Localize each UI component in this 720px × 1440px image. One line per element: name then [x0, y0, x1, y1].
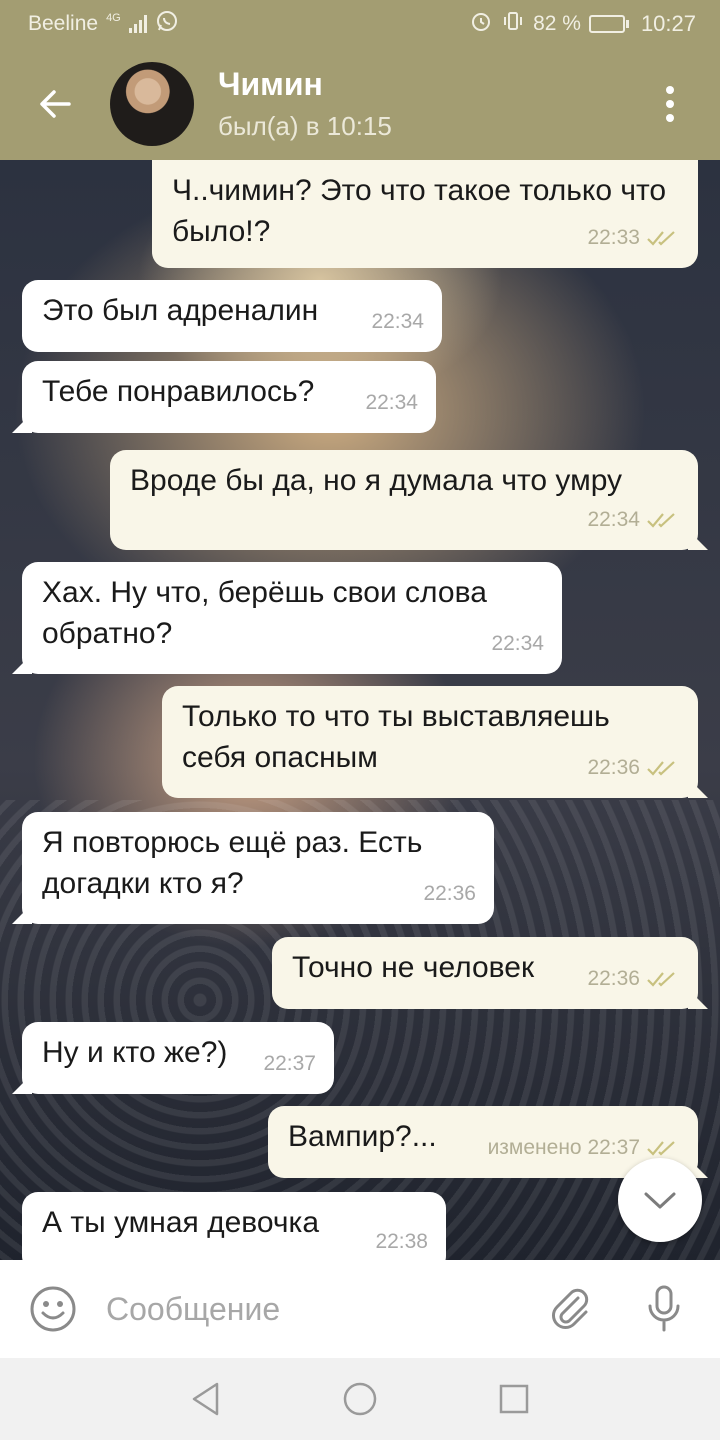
- contact-info[interactable]: Чимин был(а) в 10:15: [218, 66, 640, 142]
- network-type: 4G: [106, 12, 121, 24]
- message-bubble[interactable]: А ты умная девочка 22:38: [22, 1192, 446, 1260]
- signal-icon: [128, 15, 147, 33]
- message-time: 22:34: [587, 499, 680, 540]
- message-bubble[interactable]: Вроде бы да, но я думала что умру 22:34: [110, 450, 698, 550]
- nav-back-button[interactable]: [184, 1377, 228, 1421]
- message-bubble[interactable]: Только то что ты выставляешь себя опасны…: [162, 686, 698, 798]
- vibrate-icon: [501, 9, 525, 39]
- message-time: 22:34: [371, 310, 424, 333]
- message-text: Вампир?...: [288, 1120, 437, 1153]
- battery-percent: 82 %: [533, 12, 581, 35]
- message-time: 22:38: [375, 1230, 428, 1253]
- back-button[interactable]: [0, 48, 110, 160]
- last-seen: был(а) в 10:15: [218, 111, 392, 141]
- double-check-icon: [647, 512, 675, 528]
- avatar[interactable]: [110, 62, 194, 146]
- double-check-icon: [647, 230, 675, 246]
- message-input[interactable]: Сообщение: [106, 1291, 526, 1328]
- nav-recents-button[interactable]: [492, 1377, 536, 1421]
- message-time: 22:34: [491, 632, 544, 655]
- message-text: Хах. Ну что, берёшь свои слова обратно?: [42, 576, 487, 650]
- double-check-icon: [647, 760, 675, 776]
- back-arrow-icon: [40, 90, 71, 118]
- system-nav-bar: [0, 1358, 720, 1440]
- message-bubble[interactable]: Это был адреналин 22:34: [22, 280, 442, 352]
- attach-button[interactable]: [526, 1260, 616, 1358]
- alarm-icon: [469, 9, 493, 39]
- battery-icon: [588, 15, 629, 33]
- double-check-icon: [647, 971, 675, 987]
- nav-recents-icon: [499, 1384, 529, 1414]
- message-bubble[interactable]: Ну и кто же?) 22:37: [22, 1022, 334, 1094]
- message-bubble[interactable]: Я повторюсь ещё раз. Есть догадки кто я?…: [22, 812, 494, 924]
- message-time: 22:37: [263, 1052, 316, 1075]
- message-time: 22:36: [587, 958, 680, 999]
- message-text: Это был адреналин: [42, 294, 319, 327]
- scroll-down-button[interactable]: [618, 1158, 702, 1242]
- whatsapp-icon: [155, 9, 179, 39]
- chat-area[interactable]: Ч..чимин? Это что такое только что было!…: [0, 160, 720, 1260]
- message-bubble[interactable]: Тебе понравилось? 22:34: [22, 361, 436, 433]
- message-bubble[interactable]: Точно не человек 22:36: [272, 937, 698, 1009]
- carrier-label: Beeline: [28, 12, 99, 35]
- message-bubble[interactable]: Ч..чимин? Это что такое только что было!…: [152, 160, 698, 268]
- mic-icon: [648, 1285, 680, 1332]
- chat-header: Чимин был(а) в 10:15: [0, 48, 720, 160]
- nav-home-icon: [343, 1382, 377, 1416]
- message-text: Тебе понравилось?: [42, 375, 315, 408]
- nav-home-button[interactable]: [338, 1377, 382, 1421]
- message-text: Только то что ты выставляешь себя опасны…: [182, 700, 610, 774]
- nav-back-icon: [192, 1382, 219, 1416]
- message-time: 22:36: [587, 747, 680, 788]
- message-text: Я повторюсь ещё раз. Есть догадки кто я?: [42, 826, 423, 900]
- message-text: Вроде бы да, но я думала что умру: [130, 464, 623, 497]
- status-time: 10:27: [640, 11, 696, 36]
- message-input-bar: Сообщение: [0, 1260, 720, 1358]
- contact-name: Чимин: [218, 66, 323, 102]
- emoji-icon: [30, 1286, 76, 1332]
- message-time: 22:36: [423, 882, 476, 905]
- more-vert-icon[interactable]: [640, 48, 700, 160]
- message-text: А ты умная девочка: [42, 1206, 320, 1239]
- message-text: Ну и кто же?): [42, 1036, 228, 1069]
- message-bubble[interactable]: Хах. Ну что, берёшь свои слова обратно? …: [22, 562, 562, 674]
- status-bar: Beeline 4G 82 % 10:27: [0, 0, 720, 48]
- double-check-icon: [647, 1140, 675, 1156]
- chevron-down-icon: [644, 1192, 676, 1209]
- message-text: Точно не человек: [292, 951, 535, 984]
- attach-icon: [552, 1288, 589, 1329]
- mic-button[interactable]: [616, 1260, 712, 1358]
- message-time: 22:34: [365, 391, 418, 414]
- message-time: 22:33: [587, 217, 680, 258]
- emoji-button[interactable]: [0, 1260, 106, 1358]
